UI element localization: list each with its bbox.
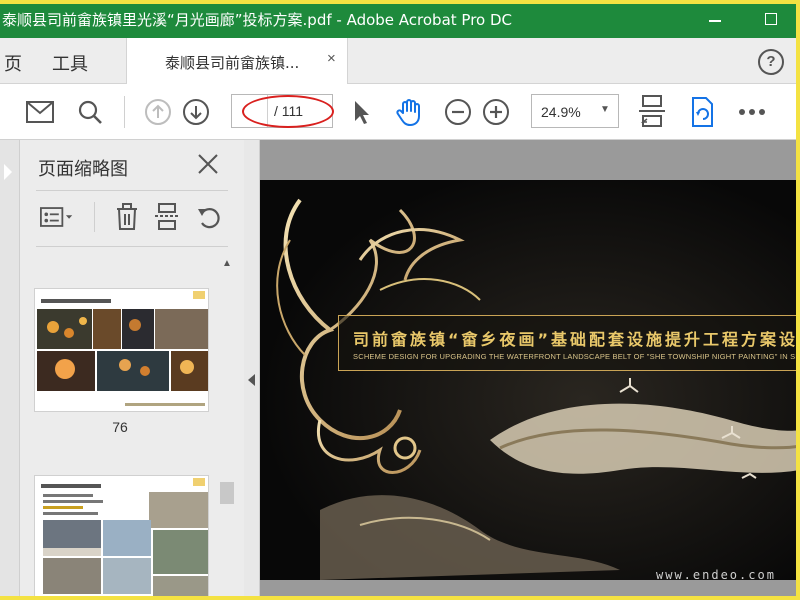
trash-icon [117,203,137,230]
cover-title-banner: 司前畲族镇“畲乡夜画”基础配套设施提升工程方案设计 SCHEME DESIGN … [338,315,800,371]
next-page-button[interactable] [180,96,212,128]
zoom-level-value: 24.9% [541,104,581,120]
highlight-frame [0,596,800,600]
sidebar-tab-strip[interactable] [0,140,20,600]
sidebar-collapse-handle[interactable] [244,140,260,600]
notch-icon [4,164,12,180]
thumbnail-options-button[interactable] [40,202,74,232]
hand-tool-button[interactable] [394,96,426,128]
document-tab[interactable]: 泰顺县司前畲族镇... × [126,38,348,84]
cover-subtitle: SCHEME DESIGN FOR UPGRADING THE WATERFRO… [353,352,800,361]
search-button[interactable] [74,96,106,128]
zoom-out-button[interactable] [442,96,474,128]
minimize-icon [709,20,721,22]
fit-page-button[interactable] [636,95,668,128]
help-button[interactable]: ? [758,49,784,75]
thumbnail-page-number: 76 [112,419,128,435]
window-title: 泰顺县司前畲族镇里光溪“月光画廊”投标方案.pdf - Adobe Acroba… [2,11,513,29]
zoom-out-icon [445,99,471,125]
pdf-page: 司前畲族镇“畲乡夜画”基础配套设施提升工程方案设计 SCHEME DESIGN … [260,180,800,580]
chevron-down-icon: ▼ [600,104,610,115]
title-bar: 泰顺县司前畲族镇里光溪“月光画廊”投标方案.pdf - Adobe Acroba… [0,0,800,38]
close-icon [198,154,218,174]
rotate-page-button[interactable] [192,202,226,232]
document-tab-label: 泰顺县司前畲族镇... [165,54,300,72]
cover-title: 司前畲族镇“畲乡夜画”基础配套设施提升工程方案设计 [353,330,800,349]
hand-icon [396,99,420,126]
select-tool-button[interactable] [346,96,378,128]
thumbnail-image [35,289,208,411]
scroll-up-icon[interactable]: ▲ [222,258,232,269]
highlight-frame [0,0,800,4]
panel-title: 页面缩略图 [38,159,128,180]
options-menu-icon [40,207,73,227]
panel-close-button[interactable] [196,152,220,176]
menu-home[interactable]: 页 [4,50,22,76]
maximize-button[interactable] [758,6,784,32]
toolbar-separator [124,96,125,128]
cover-artwork [260,180,800,580]
arrow-down-icon [183,99,209,125]
extract-page-button[interactable] [150,202,184,232]
mail-button[interactable] [24,96,56,128]
zoom-level-dropdown[interactable]: 24.9% ▼ [531,94,619,128]
rotate-view-button[interactable] [686,96,718,128]
highlight-frame [796,0,800,600]
search-icon [78,100,102,124]
more-tools-button[interactable] [736,96,768,128]
rotate-icon [198,208,220,229]
page-thumbnail-77[interactable] [34,475,209,600]
page-thumbnails-panel: 页面缩略图 76 ▲ [0,140,244,600]
main-toolbar: / 111 24.9% ▼ [0,84,800,140]
delete-page-button[interactable] [110,202,144,232]
mail-icon [26,101,54,123]
page-split-icon [155,203,179,230]
minimize-button[interactable] [702,6,728,32]
scroll-thumb[interactable] [220,482,234,504]
annotation-ellipse [242,95,334,128]
fit-page-icon [639,95,665,127]
document-view[interactable]: 司前畲族镇“畲乡夜画”基础配套设施提升工程方案设计 SCHEME DESIGN … [260,140,800,600]
rotate-view-icon [692,97,713,127]
watermark-text: www.endeo.com [656,568,776,582]
panel-divider [36,190,228,191]
menu-tab-bar: 页 工具 泰顺县司前畲族镇... × ? [0,38,800,84]
arrow-up-icon [145,99,171,125]
thumbnail-scrollbar[interactable]: ▲ [218,254,236,600]
select-pointer-icon [355,101,369,124]
page-thumbnail-76[interactable] [34,288,209,412]
zoom-in-icon [483,99,509,125]
maximize-icon [765,13,777,25]
thumbnail-image [35,476,208,599]
previous-page-button[interactable] [142,96,174,128]
collapse-arrow-icon [248,374,255,386]
zoom-in-button[interactable] [480,96,512,128]
more-icon [739,109,765,115]
panel-divider [36,246,228,247]
panel-tools-separator [94,202,95,232]
tab-close-button[interactable]: × [327,50,336,67]
menu-tools[interactable]: 工具 [52,50,88,76]
